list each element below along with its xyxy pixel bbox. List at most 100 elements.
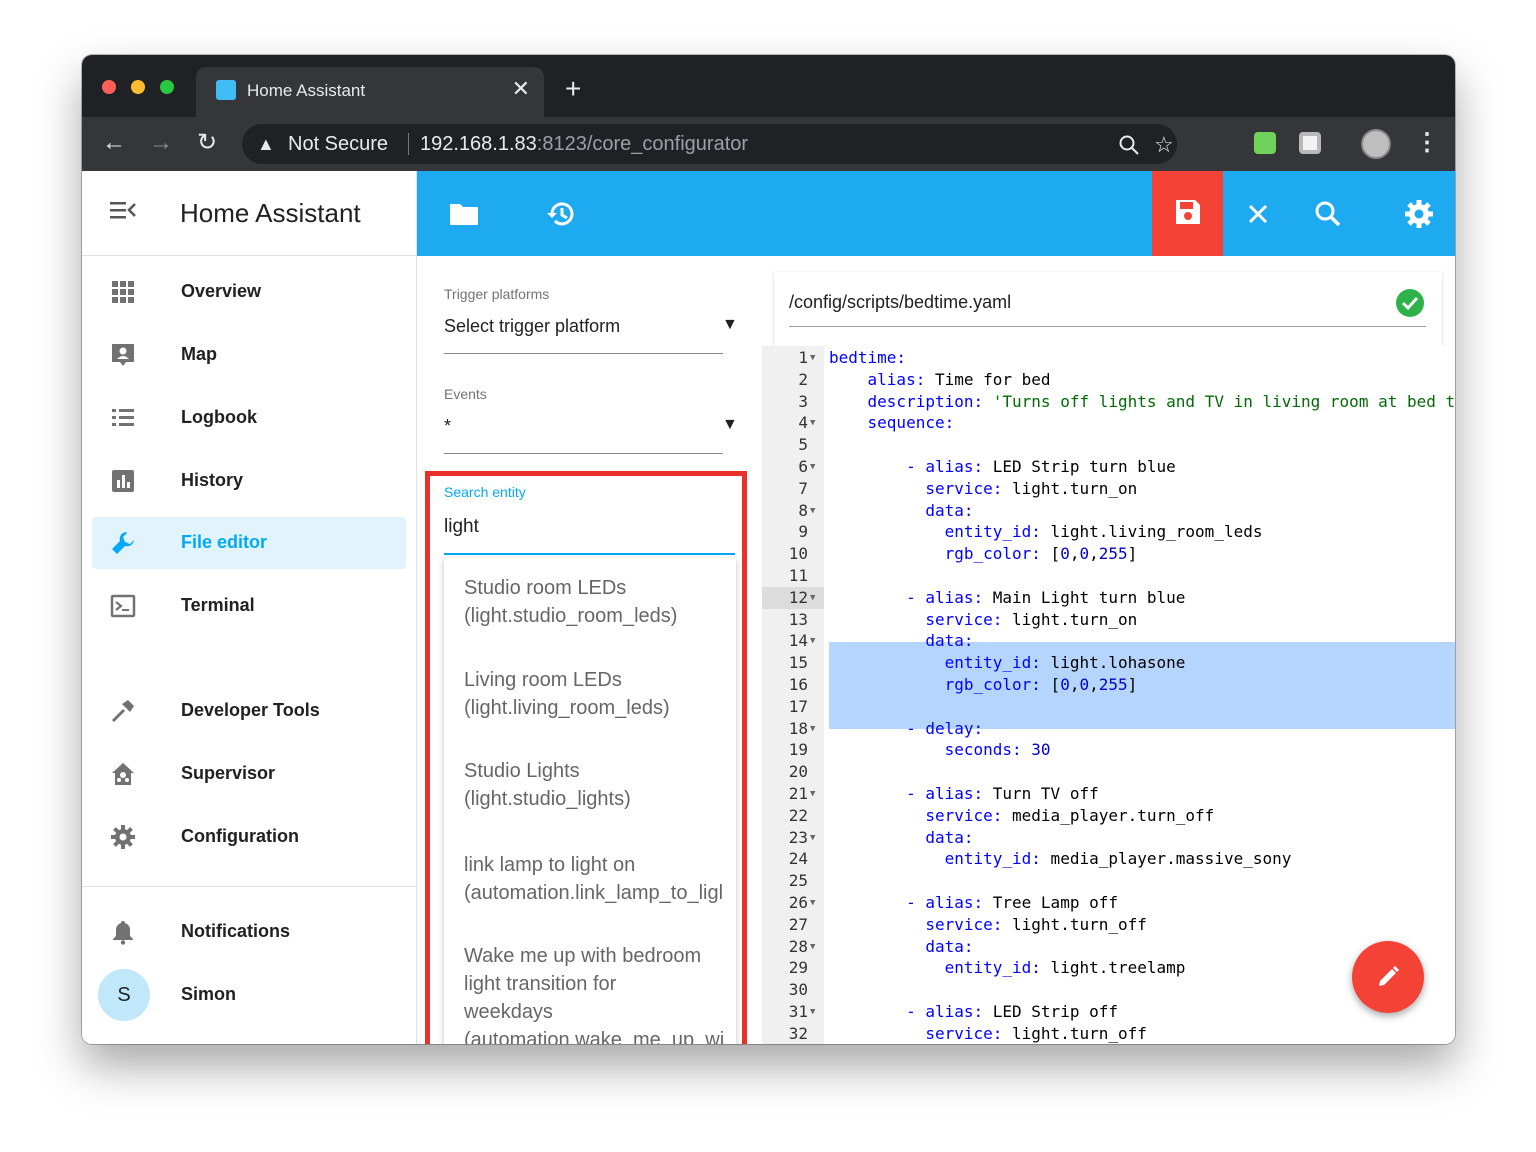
address-separator (408, 133, 409, 155)
chart-icon (112, 470, 134, 492)
fold-arrow-icon[interactable]: ▼ (810, 783, 815, 805)
folder-icon[interactable] (447, 197, 481, 231)
profile-avatar-icon[interactable] (1361, 129, 1391, 159)
forward-icon[interactable]: → (149, 129, 173, 157)
code-line[interactable]: 20 (762, 761, 1455, 783)
fold-arrow-icon[interactable]: ▼ (810, 630, 815, 652)
edit-fab-button[interactable] (1352, 941, 1424, 1013)
code-line[interactable]: 17 (762, 696, 1455, 718)
code-line[interactable]: 23 ▼ data: (762, 827, 1455, 849)
file-path: /config/scripts/bedtime.yaml (789, 292, 1012, 312)
code-line[interactable]: 12 ▼ - alias: Main Light turn blue (762, 586, 1455, 609)
line-number: 10 (788, 544, 808, 564)
line-number: 19 (788, 740, 808, 760)
fold-arrow-icon[interactable]: ▼ (810, 500, 815, 522)
close-window-button[interactable] (102, 80, 116, 94)
code-line[interactable]: 10 rgb_color: [0,0,255] (762, 543, 1455, 565)
sidebar-item-history[interactable]: History (92, 455, 406, 507)
sidebar-item-map[interactable]: Map (92, 329, 406, 381)
back-icon[interactable]: ← (102, 129, 126, 157)
fold-arrow-icon[interactable]: ▼ (810, 892, 815, 914)
file-path-underline (789, 326, 1426, 327)
code-line[interactable]: 1 ▼ bedtime: (762, 347, 1455, 369)
tab-title: Home Assistant (247, 81, 366, 100)
browser-tab[interactable]: Home Assistant ✕ (196, 67, 544, 117)
fold-arrow-icon[interactable]: ▼ (810, 718, 815, 740)
star-icon[interactable]: ☆ (1154, 132, 1174, 158)
minimize-window-button[interactable] (131, 80, 145, 94)
code-line[interactable]: 32 service: light.turn_off (762, 1023, 1455, 1044)
search-icon[interactable] (1311, 197, 1345, 231)
fold-arrow-icon[interactable]: ▼ (810, 587, 815, 609)
sidebar-item-file-editor[interactable]: File editor (92, 517, 406, 569)
sidebar-item-label: Developer Tools (181, 700, 320, 720)
address-bar[interactable]: ▲ Not Secure 192.168.1.83:8123/core_conf… (242, 124, 1177, 164)
browser-menu-icon[interactable]: ⋮ (1415, 129, 1439, 157)
dropdown-arrow-icon[interactable]: ▼ (722, 416, 738, 434)
code-line[interactable]: 21 ▼ - alias: Turn TV off (762, 783, 1455, 805)
code-line[interactable]: 7 service: light.turn_on (762, 478, 1455, 500)
warning-icon: ▲ (257, 134, 275, 154)
dropdown-arrow-icon[interactable]: ▼ (722, 316, 738, 334)
sidebar-item-profile[interactable]: S Simon (92, 969, 406, 1021)
close-icon[interactable] (1241, 197, 1275, 231)
camera-extension-icon[interactable] (1299, 132, 1321, 154)
code-line[interactable]: 27 service: light.turn_off (762, 914, 1455, 936)
events-select[interactable]: * (444, 416, 451, 437)
trigger-platform-select[interactable]: Select trigger platform (444, 316, 620, 337)
save-button[interactable] (1152, 171, 1223, 256)
code-line[interactable]: 11 (762, 565, 1455, 587)
sidebar-item-label: Logbook (181, 407, 257, 427)
sidebar-item-overview[interactable]: Overview (92, 266, 406, 318)
code-line[interactable]: 5 (762, 434, 1455, 456)
fold-arrow-icon[interactable]: ▼ (810, 347, 815, 369)
code-line[interactable]: 3 description: 'Turns off lights and TV … (762, 391, 1455, 413)
code-line[interactable]: 14 ▼ data: (762, 630, 1455, 652)
map-icon (112, 344, 134, 366)
code-line[interactable]: 30 (762, 979, 1455, 1001)
fold-arrow-icon[interactable]: ▼ (810, 456, 815, 478)
line-number: 25 (788, 871, 808, 891)
settings-gear-icon[interactable] (1402, 197, 1436, 231)
code-line[interactable]: 24 entity_id: media_player.massive_sony (762, 848, 1455, 870)
code-line[interactable]: 22 service: media_player.turn_off (762, 805, 1455, 827)
code-line[interactable]: 4 ▼ sequence: (762, 412, 1455, 434)
code-editor[interactable]: 1 ▼ bedtime: 2 alias: Time for bed 3 descrip… (762, 346, 1455, 1044)
code-text: seconds: 30 (944, 740, 1051, 760)
extension-icon[interactable] (1254, 132, 1276, 154)
code-line[interactable]: 31 ▼ - alias: LED Strip off (762, 1001, 1455, 1023)
code-text: service: light.turn_off (925, 1023, 1147, 1043)
new-tab-button[interactable]: + (565, 75, 581, 103)
sidebar-item-terminal[interactable]: Terminal (92, 580, 406, 632)
code-line[interactable]: 16 rgb_color: [0,0,255] (762, 674, 1455, 696)
fold-arrow-icon[interactable]: ▼ (810, 412, 815, 434)
sidebar-item-notifications[interactable]: Notifications (92, 906, 406, 958)
code-line[interactable]: 8 ▼ data: (762, 500, 1455, 522)
fold-arrow-icon[interactable]: ▼ (810, 1001, 815, 1023)
menu-collapse-icon[interactable] (110, 199, 136, 221)
code-line[interactable]: 2 alias: Time for bed (762, 369, 1455, 391)
fold-arrow-icon[interactable]: ▼ (810, 936, 815, 958)
code-line[interactable]: 28 ▼ data: (762, 936, 1455, 958)
history-icon[interactable] (544, 197, 578, 231)
code-line[interactable]: 18 ▼ - delay: (762, 718, 1455, 740)
code-line[interactable]: 9 entity_id: light.living_room_leds (762, 521, 1455, 543)
code-line[interactable]: 26 ▼ - alias: Tree Lamp off (762, 892, 1455, 914)
code-line[interactable]: 19 seconds: 30 (762, 739, 1455, 761)
code-text: - alias: Turn TV off (906, 784, 1099, 803)
tab-close-icon[interactable]: ✕ (512, 78, 530, 100)
code-line[interactable]: 15 entity_id: light.lohasone (762, 652, 1455, 674)
zoom-icon[interactable] (1118, 134, 1140, 156)
url-text[interactable]: 192.168.1.83:8123/core_configurator (420, 133, 748, 156)
code-line[interactable]: 25 (762, 870, 1455, 892)
code-line[interactable]: 13 service: light.turn_on (762, 609, 1455, 631)
sidebar-item-configuration[interactable]: Configuration (92, 811, 406, 863)
sidebar-item-supervisor[interactable]: Supervisor (92, 748, 406, 800)
sidebar-item-developer-tools[interactable]: Developer Tools (92, 685, 406, 737)
sidebar-item-logbook[interactable]: Logbook (92, 392, 406, 444)
reload-icon[interactable]: ↻ (197, 129, 217, 157)
code-line[interactable]: 6 ▼ - alias: LED Strip turn blue (762, 456, 1455, 478)
fold-arrow-icon[interactable]: ▼ (810, 827, 815, 849)
line-number: 3 (798, 391, 808, 411)
maximize-window-button[interactable] (160, 80, 174, 94)
